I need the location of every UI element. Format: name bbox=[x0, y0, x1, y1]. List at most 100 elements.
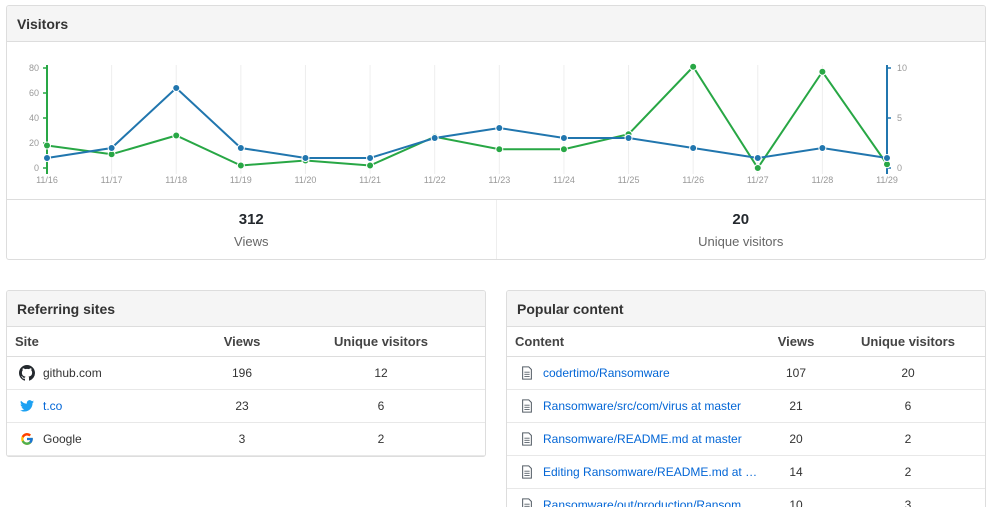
data-point-right bbox=[172, 84, 181, 92]
table-row: t.co 23 6 bbox=[7, 389, 485, 423]
stat-uniques-label: Unique visitors bbox=[698, 233, 784, 249]
popular-content-table: Content Views Unique visitors codertimo/… bbox=[507, 327, 985, 507]
row-unique-visitors: 6 bbox=[831, 389, 985, 423]
referring-sites-panel: Referring sites Site Views Unique visito… bbox=[6, 290, 486, 457]
popular-content-title: Popular content bbox=[507, 291, 985, 327]
row-unique-visitors: 2 bbox=[831, 422, 985, 456]
popular-content-panel: Popular content Content Views Unique vis… bbox=[506, 290, 986, 507]
row-name-cell: Ransomware/README.md at master bbox=[507, 422, 761, 456]
row-unique-visitors: 3 bbox=[831, 488, 985, 507]
x-tick-label: 11/17 bbox=[101, 175, 123, 185]
row-views: 10 bbox=[761, 488, 831, 507]
data-point-right bbox=[559, 134, 568, 142]
data-point-right bbox=[107, 144, 116, 152]
row-name-cell: Ransomware/src/com/virus at master bbox=[507, 389, 761, 423]
row-name-cell: github.com bbox=[7, 356, 207, 390]
series-line-right bbox=[46, 86, 888, 160]
data-point-right bbox=[495, 124, 504, 132]
series-line-left bbox=[46, 65, 888, 170]
file-icon bbox=[519, 464, 535, 480]
data-point-right bbox=[430, 134, 439, 142]
table-row: Ransomware/out/production/Ransomw… 10 3 bbox=[507, 488, 985, 507]
row-views: 3 bbox=[207, 422, 277, 456]
y-left-tick-label: 60 bbox=[29, 88, 39, 98]
row-unique-visitors: 2 bbox=[277, 422, 485, 456]
stat-views: 312 Views bbox=[7, 200, 496, 259]
stat-views-label: Views bbox=[234, 233, 269, 249]
table-row: Ransomware/src/com/virus at master 21 6 bbox=[507, 389, 985, 423]
row-link[interactable]: github.com bbox=[43, 366, 102, 380]
x-tick-label: 11/27 bbox=[747, 175, 769, 185]
data-point-right bbox=[236, 144, 245, 152]
row-views: 107 bbox=[761, 356, 831, 390]
google-icon bbox=[19, 431, 35, 447]
row-views: 196 bbox=[207, 356, 277, 390]
y-right-tick-label: 0 bbox=[897, 163, 902, 173]
data-point-left bbox=[236, 161, 245, 170]
data-point-right bbox=[301, 154, 310, 162]
visitors-chart-svg: 11/16 11/17 11/18 11/19 11/20 11/21 11/22 11/23… bbox=[29, 62, 907, 185]
row-link[interactable]: Editing Ransomware/README.md at … bbox=[543, 465, 757, 479]
visitors-panel: Visitors 11/16 11/17 11/18 11/19 11/20 11/21 1… bbox=[6, 5, 986, 260]
file-icon bbox=[519, 497, 535, 507]
file-icon bbox=[519, 398, 535, 414]
data-point-left bbox=[689, 62, 698, 71]
row-views: 23 bbox=[207, 389, 277, 423]
data-point-right bbox=[43, 154, 51, 162]
row-name-cell: Ransomware/out/production/Ransomw… bbox=[507, 488, 761, 507]
x-tick-label: 11/26 bbox=[682, 175, 704, 185]
table-row: Editing Ransomware/README.md at … 14 2 bbox=[507, 455, 985, 489]
row-name-cell: Google bbox=[7, 422, 207, 456]
row-link[interactable]: Ransomware/out/production/Ransomw… bbox=[543, 498, 761, 507]
data-point-right bbox=[624, 134, 633, 142]
y-left-tick-label: 80 bbox=[29, 63, 39, 73]
data-point-right bbox=[366, 154, 375, 162]
data-point-left bbox=[559, 145, 568, 154]
visitors-chart: 11/16 11/17 11/18 11/19 11/20 11/21 11/22 11/23… bbox=[7, 43, 985, 199]
col-site: Site bbox=[7, 327, 207, 357]
y-left-tick-label: 0 bbox=[34, 163, 39, 173]
row-views: 21 bbox=[761, 389, 831, 423]
table-header-row: Content Views Unique visitors bbox=[507, 327, 985, 357]
x-tick-label: 11/28 bbox=[811, 175, 833, 185]
row-name-cell: Editing Ransomware/README.md at … bbox=[507, 455, 761, 489]
file-icon bbox=[519, 365, 535, 381]
row-link[interactable]: Ransomware/README.md at master bbox=[543, 432, 742, 446]
row-name-cell: t.co bbox=[7, 389, 207, 423]
x-tick-label: 11/25 bbox=[618, 175, 640, 185]
stat-uniques: 20 Unique visitors bbox=[495, 200, 986, 259]
col-views: Views bbox=[207, 327, 277, 357]
x-tick-label: 11/18 bbox=[165, 175, 187, 185]
y-left-tick-label: 40 bbox=[29, 113, 39, 123]
data-point-right bbox=[883, 154, 891, 162]
col-unique-visitors: Unique visitors bbox=[277, 327, 485, 357]
row-link[interactable]: t.co bbox=[43, 399, 62, 413]
row-link[interactable]: Google bbox=[43, 432, 82, 446]
row-name-cell: codertimo/Ransomware bbox=[507, 356, 761, 390]
data-point-right bbox=[753, 154, 762, 162]
row-unique-visitors: 12 bbox=[277, 356, 485, 390]
data-point-left bbox=[43, 141, 51, 150]
x-tick-label: 11/23 bbox=[488, 175, 510, 185]
row-unique-visitors: 6 bbox=[277, 389, 485, 423]
referring-sites-table: Site Views Unique visitors github.com 196… bbox=[7, 327, 485, 456]
table-row: github.com 196 12 bbox=[7, 356, 485, 390]
github-icon bbox=[19, 364, 35, 381]
table-header-row: Site Views Unique visitors bbox=[7, 327, 485, 357]
row-unique-visitors: 20 bbox=[831, 356, 985, 390]
data-point-left bbox=[172, 131, 181, 140]
col-views: Views bbox=[761, 327, 831, 357]
y-right-tick-label: 5 bbox=[897, 113, 902, 123]
x-tick-label: 11/22 bbox=[424, 175, 446, 185]
stat-uniques-value: 20 bbox=[732, 210, 750, 228]
row-link[interactable]: codertimo/Ransomware bbox=[543, 366, 670, 380]
table-row: Google 3 2 bbox=[7, 422, 485, 456]
x-tick-label: 11/19 bbox=[230, 175, 252, 185]
data-point-left bbox=[495, 145, 504, 154]
data-point-left bbox=[366, 161, 375, 170]
data-point-right bbox=[818, 144, 827, 152]
data-point-right bbox=[689, 144, 698, 152]
row-views: 20 bbox=[761, 422, 831, 456]
row-link[interactable]: Ransomware/src/com/virus at master bbox=[543, 399, 741, 413]
row-unique-visitors: 2 bbox=[831, 455, 985, 489]
